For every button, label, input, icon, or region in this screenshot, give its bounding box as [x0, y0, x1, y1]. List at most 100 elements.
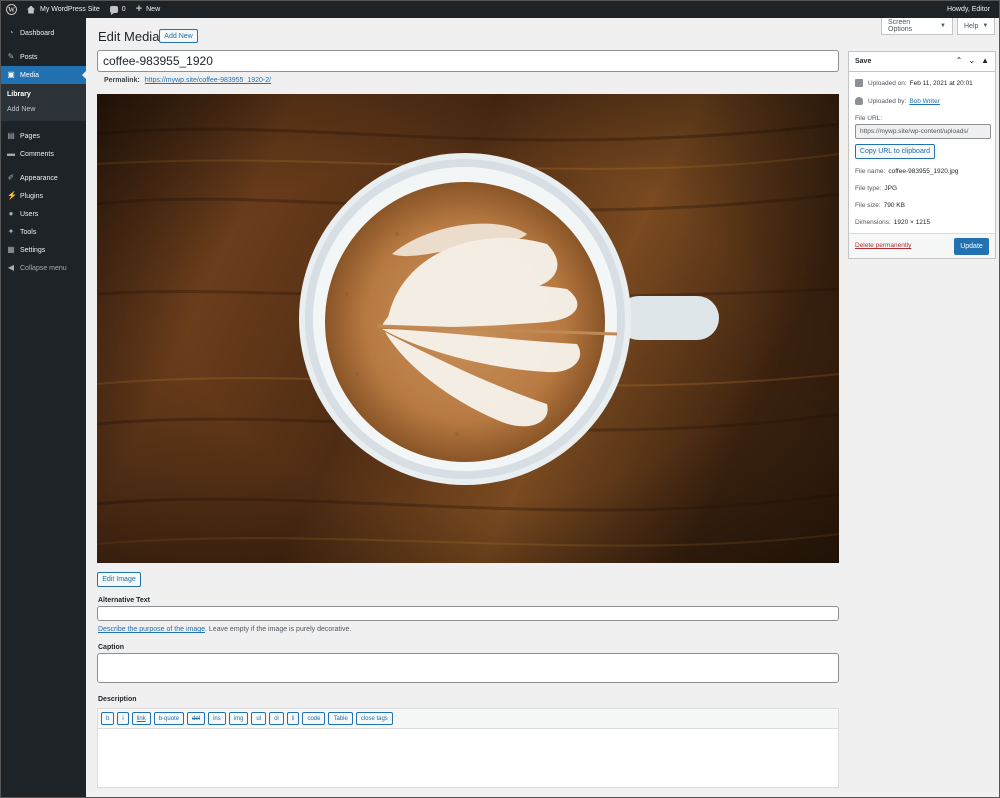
wp-admin-window: W My WordPress Site 0 + New Howdy, Edito… [0, 0, 1000, 798]
settings-icon: ▦ [7, 245, 15, 254]
alt-text-input[interactable] [97, 606, 839, 621]
comments-link[interactable]: 0 [105, 1, 131, 18]
sidebar-item-settings[interactable]: ▦ Settings [1, 241, 86, 259]
qt-bold-button[interactable]: b [101, 712, 115, 725]
file-size-value: 790 KB [883, 202, 905, 209]
wrench-icon: ✦ [7, 227, 15, 236]
qt-italic-button[interactable]: i [117, 712, 129, 725]
my-account-menu[interactable]: Howdy, Editor [942, 1, 995, 18]
save-metabox-header: Save ⌃ ⌄ ▲ [849, 52, 995, 72]
file-name-value: coffee-983955_1920.jpg [888, 168, 959, 175]
sidebar-item-posts[interactable]: ✎ Posts [1, 48, 86, 66]
qt-table-button[interactable]: Table [328, 712, 353, 725]
media-title-input[interactable]: coffee-983955_1920 [97, 50, 839, 72]
qt-ol-button[interactable]: ol [269, 712, 284, 725]
chevron-up-icon[interactable]: ⌃ [956, 56, 963, 65]
alt-help-link[interactable]: Describe the purpose of the image [98, 626, 205, 633]
permalink-link[interactable]: https://mywp.site/coffee-983955_1920-2/ [145, 77, 271, 84]
caret-up-icon[interactable]: ▲ [981, 56, 989, 65]
quicktags-toolbar: b i link b-quote del ins img ul ol li co… [97, 708, 839, 728]
wordpress-logo-icon: W [6, 4, 17, 15]
dimensions-label: Dimensions: [855, 219, 891, 226]
file-name-row: File name: coffee-983955_1920.jpg [855, 168, 958, 175]
comments-count: 0 [121, 6, 126, 13]
plug-icon: ⚡ [7, 191, 17, 200]
uploaded-by-label: Uploaded by: [868, 97, 907, 105]
user-icon [855, 97, 863, 105]
admin-bar: W My WordPress Site 0 + New Howdy, Edito… [1, 1, 999, 18]
sidebar-item-label: Comments [20, 150, 54, 158]
sidebar-item-label: Settings [20, 246, 46, 254]
file-url-input[interactable]: https://mywp.site/wp-content/uploads/ [855, 124, 991, 139]
sidebar-item-appearance[interactable]: ✐ Appearance [1, 169, 86, 187]
qt-del-button[interactable]: del [187, 712, 206, 725]
sidebar-item-plugins[interactable]: ⚡ Plugins [1, 187, 86, 205]
chevron-down-icon[interactable]: ⌄ [968, 56, 975, 65]
description-textarea[interactable] [97, 728, 839, 788]
caption-label: Caption [98, 644, 125, 651]
uploaded-by-link[interactable]: Bob Writer [909, 98, 940, 105]
coffee-photo [97, 94, 839, 563]
update-button[interactable]: Update [954, 238, 989, 255]
alt-text-label: Alternative Text [98, 597, 150, 604]
qt-code-button[interactable]: code [302, 712, 326, 725]
new-label: New [146, 6, 161, 13]
screen-options-tab[interactable]: Screen Options ▼ [881, 18, 953, 35]
sidebar-item-label: Plugins [20, 192, 43, 200]
caption-textarea[interactable] [97, 653, 839, 683]
media-title-value: coffee-983955_1920 [103, 54, 213, 68]
qt-ins-button[interactable]: ins [208, 712, 226, 725]
submenu-item-library[interactable]: Library [1, 87, 86, 102]
user-icon: ● [8, 209, 14, 218]
sidebar-item-label: Posts [20, 53, 38, 61]
qt-blockquote-button[interactable]: b-quote [153, 712, 185, 725]
description-label: Description [98, 696, 137, 703]
sidebar-item-dashboard[interactable]: ◔ Dashboard [1, 24, 86, 42]
sidebar-item-comments[interactable]: ▬ Comments [1, 145, 86, 163]
file-size-label: File size: [855, 202, 881, 209]
home-icon [27, 5, 35, 14]
new-content-menu[interactable]: + New [131, 1, 165, 18]
media-icon: ▣ [7, 70, 15, 79]
qt-li-button[interactable]: li [286, 712, 300, 725]
wp-logo-menu[interactable]: W [1, 1, 22, 18]
submenu-item-add-new[interactable]: Add New [1, 102, 86, 117]
qt-link-button[interactable]: link [131, 712, 151, 725]
file-type-row: File type: JPG [855, 185, 897, 192]
save-metabox-title: Save [855, 58, 872, 65]
media-image-preview [97, 94, 839, 563]
file-type-value: JPG [884, 185, 898, 192]
file-name-label: File name: [855, 168, 886, 175]
page-title: Edit Media [98, 29, 160, 44]
sidebar-item-users[interactable]: ● Users [1, 205, 86, 223]
permalink-label: Permalink: [104, 77, 140, 84]
help-label: Help [964, 22, 979, 30]
dimensions-value: 1920 × 1215 [893, 219, 931, 226]
qt-close-tags-button[interactable]: close tags [355, 712, 393, 725]
sidebar-item-label: Tools [20, 228, 37, 236]
sidebar-item-tools[interactable]: ✦ Tools [1, 223, 86, 241]
brush-icon: ✐ [7, 173, 15, 182]
alt-text-help: Describe the purpose of the image. Leave… [98, 626, 351, 633]
dimensions-row: Dimensions: 1920 × 1215 [855, 219, 930, 226]
screen-options-label: Screen Options [888, 19, 913, 33]
comment-bubble-icon [109, 6, 118, 15]
help-tab[interactable]: Help ▼ [957, 18, 995, 35]
sidebar-item-collapse[interactable]: ◀ Collapse menu [1, 259, 86, 277]
uploaded-on-row: Uploaded on: Feb 11, 2021 at 20:01 [855, 79, 973, 87]
qt-ul-button[interactable]: ul [251, 712, 267, 725]
copy-url-button[interactable]: Copy URL to clipboard [855, 144, 935, 159]
edit-image-button[interactable]: Edit Image [97, 572, 141, 587]
collapse-icon: ◀ [7, 263, 15, 272]
uploaded-on-label: Uploaded on: [868, 79, 907, 87]
site-name-link[interactable]: My WordPress Site [22, 1, 105, 18]
uploaded-by-row: Uploaded by: Bob Writer [855, 97, 940, 105]
sidebar-item-media[interactable]: ▣ Media [1, 66, 86, 84]
qt-img-button[interactable]: img [228, 712, 249, 725]
add-new-button[interactable]: Add New [159, 29, 198, 43]
sidebar-item-label: Collapse menu [20, 264, 67, 272]
howdy-text: Howdy, Editor [946, 6, 990, 13]
delete-permanently-link[interactable]: Delete permanently [855, 242, 911, 249]
sidebar-item-pages[interactable]: ▤ Pages [1, 127, 86, 145]
plus-icon: + [135, 3, 143, 15]
